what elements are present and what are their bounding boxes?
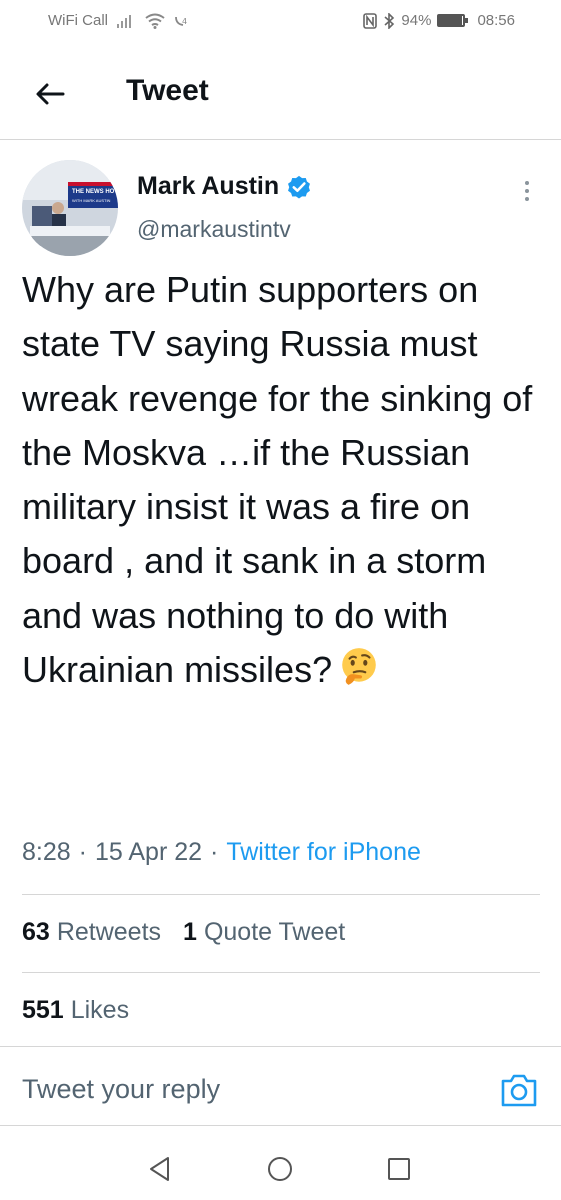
- header: Tweet: [0, 56, 561, 140]
- thinking-face-icon: [342, 648, 376, 685]
- retweets-count: 63: [22, 918, 50, 946]
- clock: 08:56: [477, 12, 515, 29]
- reply-input[interactable]: [22, 1069, 462, 1109]
- avatar-text-line1: THE NEWS HO: [72, 189, 115, 195]
- status-left: WiFi Call 4: [48, 12, 192, 29]
- divider: [22, 972, 540, 973]
- author-handle[interactable]: @markaustintv: [137, 216, 291, 243]
- quote-tweets-link[interactable]: 1 Quote Tweet: [183, 918, 345, 947]
- triangle-back-icon: [150, 1157, 169, 1181]
- verified-badge-icon: [288, 175, 311, 199]
- hd-call-icon: 4: [174, 15, 192, 27]
- author-name-text: Mark Austin: [137, 172, 280, 200]
- nfc-icon: [363, 12, 378, 29]
- arrow-left-icon: [36, 83, 65, 105]
- back-button[interactable]: [30, 74, 70, 114]
- tweet-body: Why are Putin supporters on state TV say…: [22, 269, 533, 691]
- tweet-text: Why are Putin supporters on state TV say…: [22, 263, 542, 697]
- quote-tweets-count: 1: [183, 918, 197, 946]
- battery-icon: [437, 14, 469, 27]
- bluetooth-icon: [383, 12, 395, 29]
- meta-separator: ·: [78, 838, 87, 866]
- nav-recents-button[interactable]: [384, 1154, 414, 1184]
- more-dot-icon: [525, 189, 529, 193]
- camera-button[interactable]: [499, 1071, 539, 1109]
- quote-tweets-label: Quote Tweet: [203, 918, 346, 946]
- tweet-source-link[interactable]: Twitter for iPhone: [226, 838, 421, 867]
- battery-percent: 94%: [401, 12, 432, 29]
- meta-separator: ·: [210, 838, 219, 866]
- wifi-icon: [144, 13, 166, 29]
- tweet-date: 15 Apr 22: [95, 838, 203, 866]
- camera-icon: [501, 1074, 537, 1107]
- system-nav-bar: [0, 1126, 561, 1200]
- likes-stats-row: 551 Likes: [22, 996, 129, 1025]
- status-right: 94% 08:56: [363, 12, 515, 29]
- divider: [22, 894, 540, 895]
- reply-bar: [0, 1046, 561, 1126]
- nav-home-button[interactable]: [265, 1154, 295, 1184]
- likes-label: Likes: [70, 996, 130, 1024]
- retweet-stats-row: 63 Retweets 1 Quote Tweet: [22, 918, 345, 947]
- more-dot-icon: [525, 197, 529, 201]
- status-bar: WiFi Call 4 94% 08:56: [0, 0, 561, 44]
- tweet-meta: 8:28 · 15 Apr 22 · Twitter for iPhone: [22, 838, 421, 867]
- page-title: Tweet: [126, 74, 209, 107]
- more-options-button[interactable]: [517, 176, 537, 206]
- battery-fill: [439, 16, 462, 25]
- square-recents-icon: [388, 1158, 410, 1180]
- carrier-label: WiFi Call: [48, 12, 108, 29]
- circle-home-icon: [268, 1157, 292, 1181]
- avatar-text-line2: WITH MARK AUSTIN: [72, 198, 111, 203]
- tweet-time: 8:28: [22, 838, 71, 866]
- nav-back-button[interactable]: [145, 1154, 175, 1184]
- more-dot-icon: [525, 181, 529, 185]
- retweets-link[interactable]: 63 Retweets: [22, 918, 161, 947]
- author-name[interactable]: Mark Austin: [137, 172, 313, 201]
- retweets-label: Retweets: [56, 918, 162, 946]
- signal-icon: [116, 14, 136, 28]
- svg-text:4: 4: [182, 17, 187, 26]
- likes-count: 551: [22, 996, 64, 1024]
- likes-link[interactable]: 551 Likes: [22, 996, 129, 1025]
- avatar[interactable]: THE NEWS HO WITH MARK AUSTIN: [22, 160, 118, 256]
